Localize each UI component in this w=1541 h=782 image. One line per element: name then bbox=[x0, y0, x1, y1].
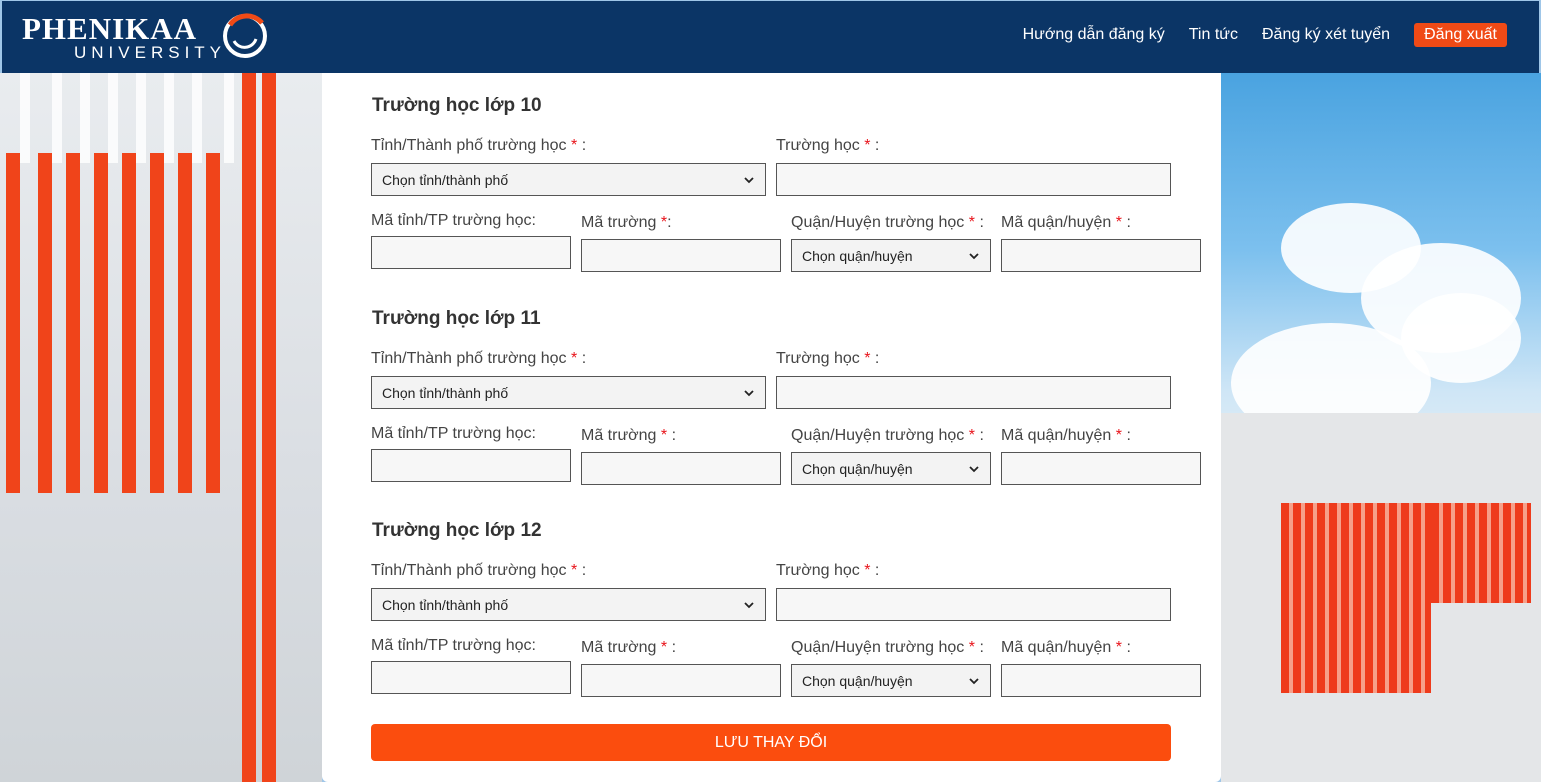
building-slat bbox=[150, 153, 164, 493]
district-select[interactable]: Chọn quận/huyện bbox=[791, 239, 991, 272]
school-code-input[interactable] bbox=[581, 664, 781, 697]
school-code-label: Mã trường * : bbox=[581, 427, 677, 444]
logo-wordmark: PHENIKAA bbox=[22, 11, 198, 46]
building-slat bbox=[242, 73, 256, 782]
building-slat bbox=[164, 73, 174, 163]
building-slat bbox=[122, 153, 136, 493]
chevron-down-icon bbox=[969, 677, 979, 684]
province-select-value: Chọn tỉnh/thành phố bbox=[382, 596, 509, 613]
district-code-input[interactable] bbox=[1001, 664, 1201, 697]
chevron-down-icon bbox=[969, 465, 979, 472]
school-label: Trường học * : bbox=[776, 137, 880, 154]
building-slat bbox=[66, 153, 80, 493]
building-slat bbox=[52, 73, 62, 163]
nav-link-admission-registration[interactable]: Đăng ký xét tuyển bbox=[1262, 26, 1390, 44]
school-code-input[interactable] bbox=[581, 239, 781, 272]
building-slat bbox=[6, 153, 20, 493]
school-input[interactable] bbox=[776, 163, 1171, 196]
school-input[interactable] bbox=[776, 376, 1171, 409]
school-label: Trường học * : bbox=[776, 562, 880, 579]
school-input[interactable] bbox=[776, 588, 1171, 621]
district-code-label: Mã quận/huyện * : bbox=[1001, 214, 1131, 231]
district-label: Quận/Huyện trường học * : bbox=[791, 427, 984, 444]
chevron-down-icon bbox=[969, 252, 979, 259]
school-code-label: Mã trường * : bbox=[581, 639, 677, 656]
building-slat bbox=[192, 73, 202, 163]
province-label: Tỉnh/Thành phố trường học * : bbox=[371, 350, 587, 367]
nav-link-registration-guide[interactable]: Hướng dẫn đăng ký bbox=[1023, 26, 1165, 44]
building-slat bbox=[206, 153, 220, 493]
section-title: Trường học lớp 12 bbox=[372, 520, 542, 541]
background-building-left bbox=[0, 73, 322, 782]
district-select-value: Chọn quận/huyện bbox=[802, 672, 913, 689]
school-label: Trường học * : bbox=[776, 350, 880, 367]
district-code-label: Mã quận/huyện * : bbox=[1001, 639, 1131, 656]
building-slat bbox=[80, 73, 90, 163]
district-code-label: Mã quận/huyện * : bbox=[1001, 427, 1131, 444]
district-select[interactable]: Chọn quận/huyện bbox=[791, 664, 991, 697]
logo-swirl-icon bbox=[223, 13, 267, 58]
province-code-label: Mã tỉnh/TP trường học: bbox=[371, 425, 536, 442]
building-slat bbox=[224, 73, 234, 163]
chevron-down-icon bbox=[744, 389, 754, 396]
school-info-form: Trường học lớp 10 Tỉnh/Thành phố trường … bbox=[322, 73, 1221, 782]
building-slat bbox=[136, 73, 146, 163]
background-building-right bbox=[1221, 73, 1541, 782]
chevron-down-icon bbox=[744, 601, 754, 608]
district-select-value: Chọn quận/huyện bbox=[802, 247, 913, 264]
province-code-input[interactable] bbox=[371, 236, 571, 269]
province-select[interactable]: Chọn tỉnh/thành phố bbox=[371, 588, 766, 621]
province-select[interactable]: Chọn tỉnh/thành phố bbox=[371, 376, 766, 409]
district-select[interactable]: Chọn quận/huyện bbox=[791, 452, 991, 485]
province-label: Tỉnh/Thành phố trường học * : bbox=[371, 137, 587, 154]
school-code-input[interactable] bbox=[581, 452, 781, 485]
building-slat bbox=[20, 73, 30, 163]
district-select-value: Chọn quận/huyện bbox=[802, 460, 913, 477]
building-slat bbox=[108, 73, 118, 163]
top-navbar: PHENIKAA UNIVERSITY Hướng dẫn đăng ký Ti… bbox=[2, 1, 1539, 73]
province-code-input[interactable] bbox=[371, 449, 571, 482]
province-select-value: Chọn tỉnh/thành phố bbox=[382, 384, 509, 401]
section-title: Trường học lớp 10 bbox=[372, 95, 542, 116]
district-code-input[interactable] bbox=[1001, 239, 1201, 272]
nav-link-news[interactable]: Tin tức bbox=[1189, 26, 1238, 44]
phenikaa-logo[interactable]: PHENIKAA UNIVERSITY bbox=[22, 9, 282, 65]
district-label: Quận/Huyện trường học * : bbox=[791, 214, 984, 231]
logout-button[interactable]: Đăng xuất bbox=[1414, 23, 1507, 47]
province-label: Tỉnh/Thành phố trường học * : bbox=[371, 562, 587, 579]
school-code-label: Mã trường *: bbox=[581, 214, 672, 231]
province-code-input[interactable] bbox=[371, 661, 571, 694]
province-code-label: Mã tỉnh/TP trường học: bbox=[371, 212, 536, 229]
building-slat bbox=[38, 153, 52, 493]
red-facade-panel bbox=[1281, 603, 1431, 693]
section-title: Trường học lớp 11 bbox=[372, 308, 541, 329]
building-slat bbox=[94, 153, 108, 493]
district-label: Quận/Huyện trường học * : bbox=[791, 639, 984, 656]
main-nav: Hướng dẫn đăng ký Tin tức Đăng ký xét tu… bbox=[999, 23, 1507, 47]
district-code-input[interactable] bbox=[1001, 452, 1201, 485]
province-select-value: Chọn tỉnh/thành phố bbox=[382, 171, 509, 188]
cloud bbox=[1401, 293, 1521, 383]
province-select[interactable]: Chọn tỉnh/thành phố bbox=[371, 163, 766, 196]
red-facade-panel bbox=[1431, 503, 1531, 603]
save-changes-button[interactable]: LƯU THAY ĐỔI bbox=[371, 724, 1171, 761]
chevron-down-icon bbox=[744, 176, 754, 183]
building-slat bbox=[178, 153, 192, 493]
logo-subtitle: UNIVERSITY bbox=[74, 43, 227, 62]
province-code-label: Mã tỉnh/TP trường học: bbox=[371, 637, 536, 654]
building-slat bbox=[262, 73, 276, 782]
